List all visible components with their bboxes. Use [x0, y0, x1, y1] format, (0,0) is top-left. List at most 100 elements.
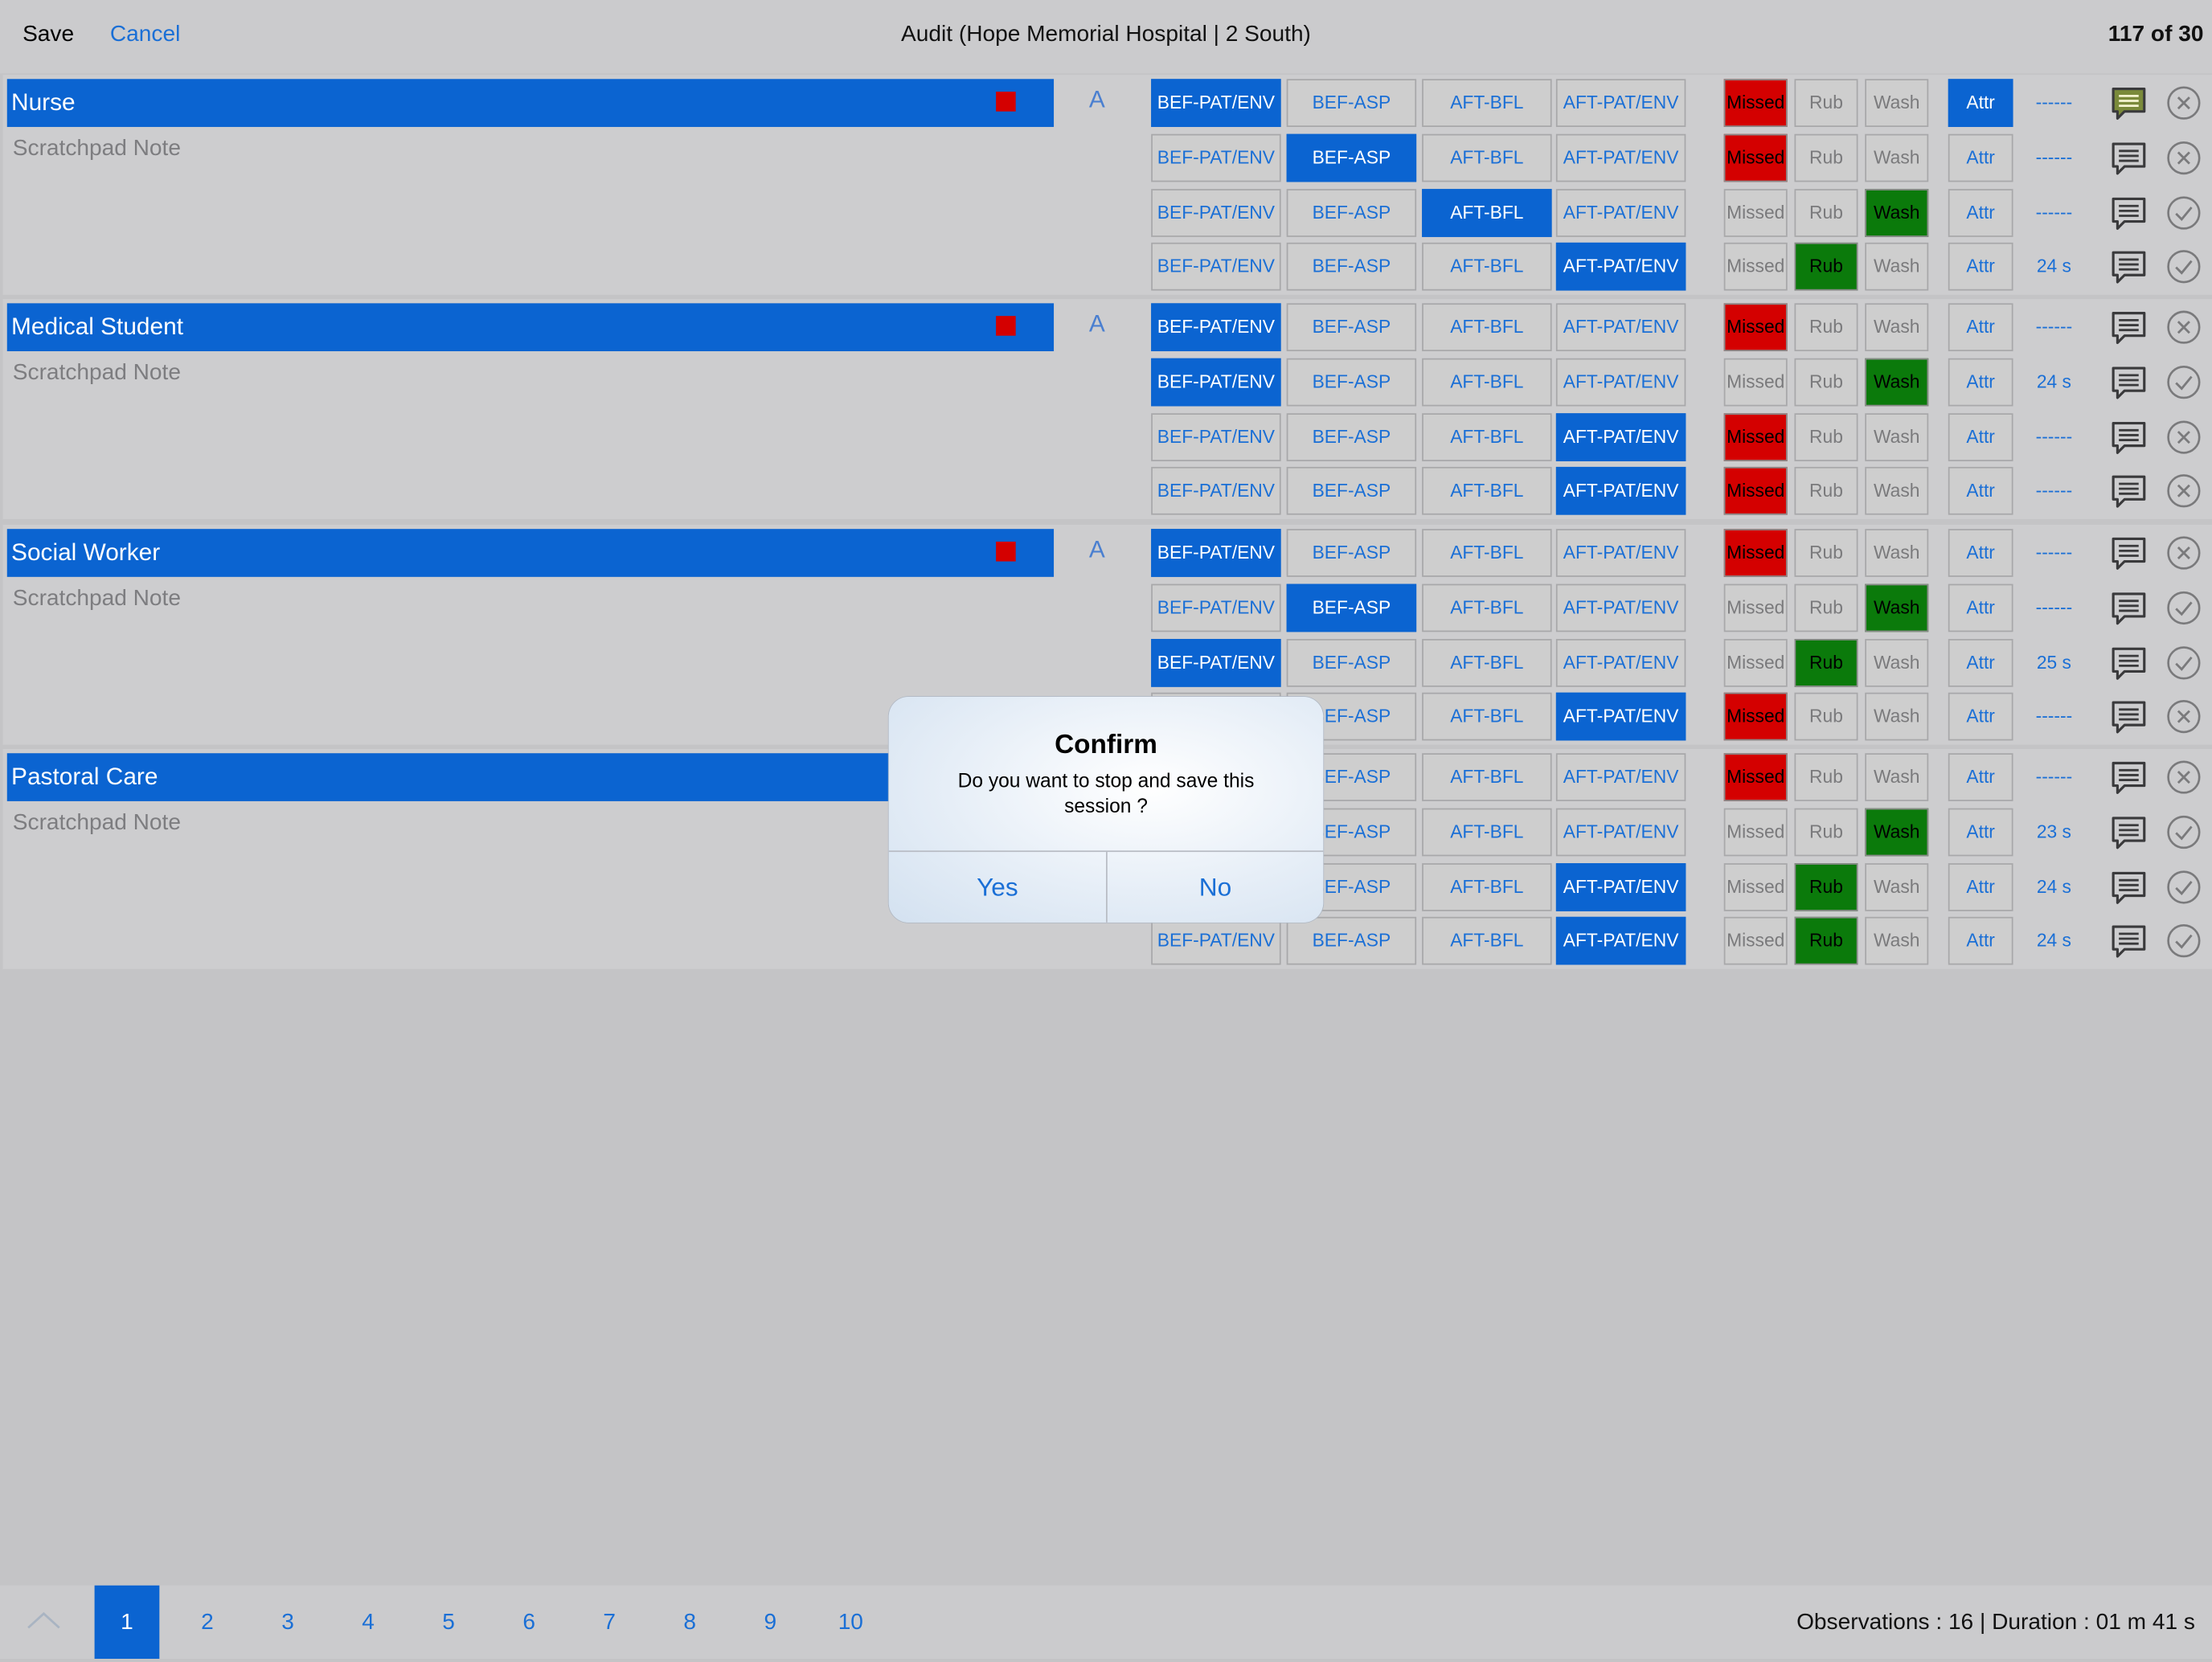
- page-3-button[interactable]: 3: [256, 1586, 321, 1659]
- bef-asp-button[interactable]: BEF-ASP: [1286, 583, 1417, 632]
- save-button[interactable]: Save: [23, 23, 74, 48]
- comment-icon[interactable]: [2111, 869, 2148, 906]
- bef-pat-env-button[interactable]: BEF-PAT/ENV: [1151, 529, 1281, 577]
- comment-icon[interactable]: [2111, 248, 2148, 285]
- missed-button[interactable]: Missed: [1723, 413, 1788, 461]
- wash-button[interactable]: Wash: [1865, 413, 1929, 461]
- aft-pat-env-button[interactable]: AFT-PAT/ENV: [1555, 133, 1686, 182]
- attr-button[interactable]: Attr: [1948, 808, 2013, 857]
- missed-button[interactable]: Missed: [1723, 863, 1788, 911]
- rub-button[interactable]: Rub: [1794, 639, 1858, 687]
- missed-button[interactable]: Missed: [1723, 583, 1788, 632]
- aft-bfl-button[interactable]: AFT-BFL: [1422, 639, 1552, 687]
- bef-pat-env-button[interactable]: BEF-PAT/ENV: [1151, 133, 1281, 182]
- missed-button[interactable]: Missed: [1723, 189, 1788, 237]
- wash-button[interactable]: Wash: [1865, 808, 1929, 857]
- missed-button[interactable]: Missed: [1723, 133, 1788, 182]
- comment-icon[interactable]: [2111, 923, 2148, 960]
- attr-button[interactable]: Attr: [1948, 242, 2013, 291]
- attr-button[interactable]: Attr: [1948, 466, 2013, 515]
- comment-icon[interactable]: [2111, 84, 2148, 121]
- missed-button[interactable]: Missed: [1723, 79, 1788, 127]
- rub-button[interactable]: Rub: [1794, 466, 1858, 515]
- attr-button[interactable]: Attr: [1948, 639, 2013, 687]
- page-2-button[interactable]: 2: [175, 1586, 240, 1659]
- wash-button[interactable]: Wash: [1865, 863, 1929, 911]
- aft-pat-env-button[interactable]: AFT-PAT/ENV: [1555, 242, 1686, 291]
- missed-button[interactable]: Missed: [1723, 692, 1788, 741]
- attr-button[interactable]: Attr: [1948, 692, 2013, 741]
- check-circle-icon[interactable]: [2165, 364, 2202, 401]
- bef-asp-button[interactable]: BEF-ASP: [1286, 189, 1417, 237]
- comment-icon[interactable]: [2111, 534, 2148, 571]
- wash-button[interactable]: Wash: [1865, 79, 1929, 127]
- aft-bfl-button[interactable]: AFT-BFL: [1422, 583, 1552, 632]
- check-circle-icon[interactable]: [2165, 248, 2202, 285]
- wash-button[interactable]: Wash: [1865, 639, 1929, 687]
- aft-pat-env-button[interactable]: AFT-PAT/ENV: [1555, 692, 1686, 741]
- aft-bfl-button[interactable]: AFT-BFL: [1422, 133, 1552, 182]
- bef-asp-button[interactable]: BEF-ASP: [1286, 358, 1417, 407]
- page-9-button[interactable]: 9: [738, 1586, 803, 1659]
- bef-pat-env-button[interactable]: BEF-PAT/ENV: [1151, 639, 1281, 687]
- attr-button[interactable]: Attr: [1948, 529, 2013, 577]
- wash-button[interactable]: Wash: [1865, 529, 1929, 577]
- aft-bfl-button[interactable]: AFT-BFL: [1422, 808, 1552, 857]
- comment-icon[interactable]: [2111, 473, 2148, 510]
- attr-button[interactable]: Attr: [1948, 303, 2013, 352]
- wash-button[interactable]: Wash: [1865, 583, 1929, 632]
- wash-button[interactable]: Wash: [1865, 466, 1929, 515]
- wash-button[interactable]: Wash: [1865, 242, 1929, 291]
- missed-button[interactable]: Missed: [1723, 916, 1788, 965]
- x-circle-icon[interactable]: [2165, 534, 2202, 571]
- attr-button[interactable]: Attr: [1948, 358, 2013, 407]
- rub-button[interactable]: Rub: [1794, 303, 1858, 352]
- attr-button[interactable]: Attr: [1948, 753, 2013, 801]
- aft-pat-env-button[interactable]: AFT-PAT/ENV: [1555, 753, 1686, 801]
- comment-icon[interactable]: [2111, 140, 2148, 177]
- x-circle-icon[interactable]: [2165, 419, 2202, 456]
- wash-button[interactable]: Wash: [1865, 753, 1929, 801]
- page-10-button[interactable]: 10: [818, 1586, 883, 1659]
- rub-button[interactable]: Rub: [1794, 863, 1858, 911]
- x-circle-icon[interactable]: [2165, 698, 2202, 735]
- chevron-up-icon[interactable]: [26, 1605, 63, 1636]
- aft-bfl-button[interactable]: AFT-BFL: [1422, 79, 1552, 127]
- aft-bfl-button[interactable]: AFT-BFL: [1422, 242, 1552, 291]
- comment-icon[interactable]: [2111, 645, 2148, 682]
- check-circle-icon[interactable]: [2165, 590, 2202, 627]
- wash-button[interactable]: Wash: [1865, 692, 1929, 741]
- page-6-button[interactable]: 6: [497, 1586, 562, 1659]
- attr-button[interactable]: Attr: [1948, 916, 2013, 965]
- missed-button[interactable]: Missed: [1723, 529, 1788, 577]
- page-1-button[interactable]: 1: [94, 1585, 160, 1659]
- aft-bfl-button[interactable]: AFT-BFL: [1422, 189, 1552, 237]
- missed-button[interactable]: Missed: [1723, 358, 1788, 407]
- missed-button[interactable]: Missed: [1723, 639, 1788, 687]
- bef-pat-env-button[interactable]: BEF-PAT/ENV: [1151, 189, 1281, 237]
- aft-bfl-button[interactable]: AFT-BFL: [1422, 863, 1552, 911]
- bef-asp-button[interactable]: BEF-ASP: [1286, 413, 1417, 461]
- aft-pat-env-button[interactable]: AFT-PAT/ENV: [1555, 413, 1686, 461]
- x-circle-icon[interactable]: [2165, 473, 2202, 510]
- bef-asp-button[interactable]: BEF-ASP: [1286, 529, 1417, 577]
- x-circle-icon[interactable]: [2165, 140, 2202, 177]
- check-circle-icon[interactable]: [2165, 645, 2202, 682]
- aft-pat-env-button[interactable]: AFT-PAT/ENV: [1555, 639, 1686, 687]
- aft-pat-env-button[interactable]: AFT-PAT/ENV: [1555, 583, 1686, 632]
- bef-asp-button[interactable]: BEF-ASP: [1286, 79, 1417, 127]
- comment-icon[interactable]: [2111, 419, 2148, 456]
- bef-pat-env-button[interactable]: BEF-PAT/ENV: [1151, 583, 1281, 632]
- attr-button[interactable]: Attr: [1948, 583, 2013, 632]
- aft-pat-env-button[interactable]: AFT-PAT/ENV: [1555, 303, 1686, 352]
- rub-button[interactable]: Rub: [1794, 133, 1858, 182]
- rub-button[interactable]: Rub: [1794, 358, 1858, 407]
- aft-bfl-button[interactable]: AFT-BFL: [1422, 358, 1552, 407]
- check-circle-icon[interactable]: [2165, 869, 2202, 906]
- aft-bfl-button[interactable]: AFT-BFL: [1422, 529, 1552, 577]
- aft-pat-env-button[interactable]: AFT-PAT/ENV: [1555, 189, 1686, 237]
- missed-button[interactable]: Missed: [1723, 753, 1788, 801]
- comment-icon[interactable]: [2111, 309, 2148, 346]
- wash-button[interactable]: Wash: [1865, 189, 1929, 237]
- bef-pat-env-button[interactable]: BEF-PAT/ENV: [1151, 358, 1281, 407]
